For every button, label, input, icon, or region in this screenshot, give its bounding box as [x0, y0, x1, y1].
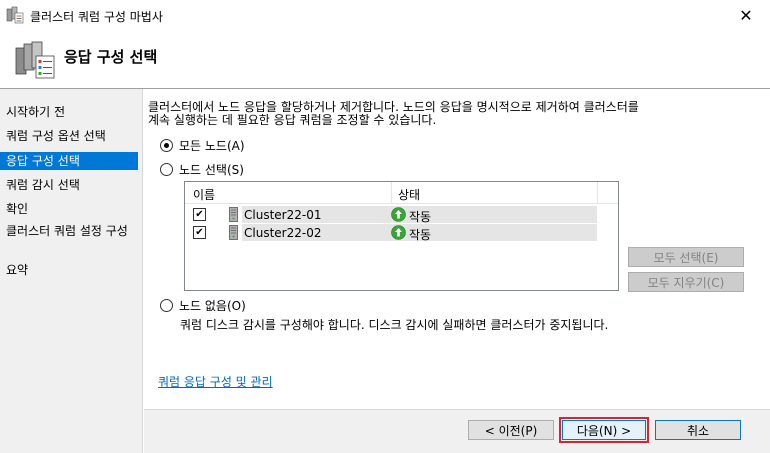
table-row[interactable]: ✔ Cluster22-02 작동	[185, 224, 597, 242]
cluster-app-icon	[6, 6, 24, 24]
green-up-arrow-icon	[391, 207, 406, 222]
cluster-wizard-icon	[15, 41, 55, 79]
nav-step-configure-quorum[interactable]: 클러스터 쿼럼 설정 구성	[0, 225, 132, 237]
node-name: Cluster22-02	[244, 226, 322, 240]
node-list-header: 이름 상태	[185, 182, 618, 204]
nav-step-quorum-witness[interactable]: 쿼럼 감시 선택	[0, 178, 138, 192]
close-icon[interactable]: ✕	[722, 0, 770, 30]
radio-no-nodes[interactable]: 노드 없음(O)	[160, 297, 246, 314]
window-title: 클러스터 쿼럼 구성 마법사	[30, 10, 163, 24]
server-icon	[229, 207, 238, 222]
radio-select-nodes[interactable]: 노드 선택(S)	[160, 161, 244, 178]
nav-step-vote-config[interactable]: 응답 구성 선택	[0, 152, 138, 170]
node-status: 작동	[409, 228, 432, 242]
page-title: 응답 구성 선택	[64, 48, 158, 66]
main-panel: 클러스터에서 노드 응답을 할당하거나 제거합니다. 노드의 응답을 명시적으로…	[144, 89, 770, 409]
table-row[interactable]: ✔ Cluster22-01 작동	[185, 206, 597, 224]
radio-button[interactable]	[160, 299, 173, 312]
green-up-arrow-icon	[391, 225, 406, 240]
previous-button[interactable]: < 이전(P)	[468, 420, 554, 440]
column-divider[interactable]	[391, 182, 392, 204]
cancel-button[interactable]: 취소	[655, 420, 741, 440]
column-divider[interactable]	[597, 182, 598, 204]
wizard-window: 클러스터 쿼럼 구성 마법사 ✕ 응답 구성 선택 시작하기 전 쿼럼 구성 옵…	[0, 0, 770, 453]
node-name: Cluster22-01	[244, 208, 322, 222]
node-list[interactable]: 이름 상태 ✔ Cluster22-01 작동 ✔ Cluster22-02 작…	[184, 181, 619, 291]
node-status: 작동	[409, 210, 432, 224]
wizard-footer: < 이전(P) 다음(N) > 취소	[144, 410, 770, 453]
clear-all-button[interactable]: 모두 지우기(C)	[628, 272, 744, 292]
server-icon	[229, 225, 238, 240]
wizard-steps-nav: 시작하기 전 쿼럼 구성 옵션 선택 응답 구성 선택 쿼럼 감시 선택 확인 …	[0, 89, 143, 453]
nav-step-before-you-begin[interactable]: 시작하기 전	[0, 105, 138, 119]
nav-step-confirmation[interactable]: 확인	[0, 202, 138, 216]
select-all-button[interactable]: 모두 선택(E)	[628, 247, 744, 267]
radio-all-nodes[interactable]: 모든 노드(A)	[160, 137, 245, 154]
help-link[interactable]: 쿼럼 응답 구성 및 관리	[158, 373, 273, 390]
column-status[interactable]: 상태	[398, 186, 420, 203]
nav-step-summary[interactable]: 요약	[0, 263, 138, 277]
radio-button[interactable]	[160, 139, 173, 152]
node-checkbox[interactable]: ✔	[193, 226, 206, 239]
title-bar: 클러스터 쿼럼 구성 마법사 ✕	[0, 0, 770, 30]
column-name[interactable]: 이름	[193, 186, 215, 203]
wizard-header: 응답 구성 선택	[0, 30, 770, 88]
radio-button[interactable]	[160, 163, 173, 176]
description-text: 클러스터에서 노드 응답을 할당하거나 제거합니다. 노드의 응답을 명시적으로…	[148, 100, 639, 127]
next-button-label: 다음(N) >	[562, 420, 646, 440]
node-checkbox[interactable]: ✔	[193, 208, 206, 221]
nav-step-quorum-option[interactable]: 쿼럼 구성 옵션 선택	[0, 129, 138, 143]
next-button[interactable]: 다음(N) >	[559, 417, 649, 443]
no-nodes-note: 쿼럼 디스크 감시를 구성해야 합니다. 디스크 감시에 실패하면 클러스터가 …	[180, 318, 609, 332]
